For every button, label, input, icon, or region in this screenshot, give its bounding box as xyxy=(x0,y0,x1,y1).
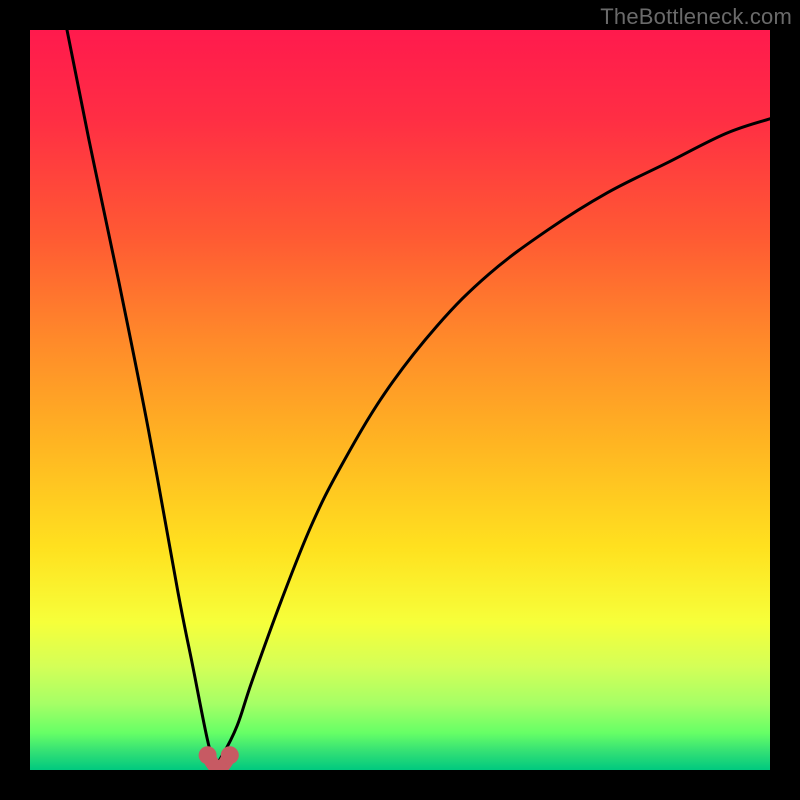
marker-dot xyxy=(199,746,217,764)
gradient-background xyxy=(30,30,770,770)
watermark-text: TheBottleneck.com xyxy=(600,4,792,30)
chart-svg xyxy=(30,30,770,770)
chart-frame xyxy=(30,30,770,770)
marker-dot xyxy=(221,746,239,764)
